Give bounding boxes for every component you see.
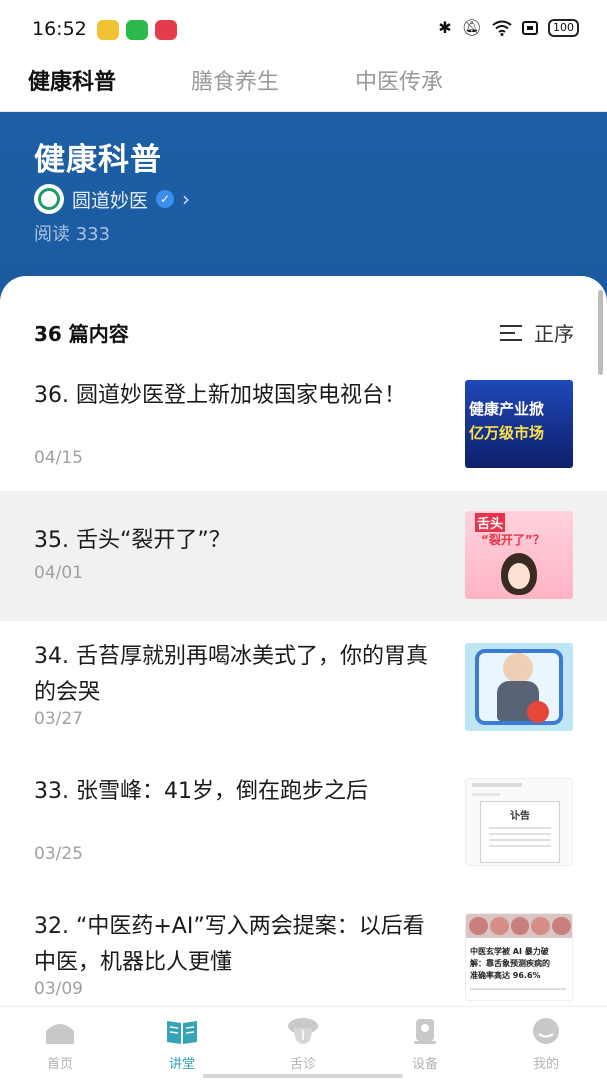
article-thumbnail: 健康产业掀 亿万级市场	[465, 380, 573, 468]
cartoon-person-icon	[503, 653, 533, 683]
list-item[interactable]: 33. 张雪峰：41岁，倒在跑步之后 03/25 讣告	[0, 756, 607, 886]
obituary-card: 讣告	[480, 801, 560, 863]
sort-button[interactable]: 正序	[500, 318, 574, 347]
nav-profile[interactable]: 我的	[506, 1017, 586, 1072]
bluetooth-icon: ✱	[438, 18, 452, 37]
nav-label: 设备	[411, 1057, 438, 1072]
list-item[interactable]: 35. 舌头“裂开了”？ 04/01 舌头 “裂开了”？	[0, 491, 607, 621]
tongue-images-strip	[466, 914, 572, 938]
cartoon-mascot-icon	[527, 701, 549, 723]
author-logo-icon	[34, 184, 64, 214]
tab-diet-wellness[interactable]: 膳食养生	[191, 64, 279, 96]
status-bar: 16:52 ✱ 🔕︎ 100	[0, 0, 607, 58]
article-thumbnail: 舌头 “裂开了”？	[465, 511, 573, 599]
article-list-panel: 36 篇内容 正序 36. 圆道妙医登上新加坡国家电视台！ 04/15 健康产业…	[0, 276, 607, 1006]
list-header: 36 篇内容 正序	[34, 318, 574, 348]
tab-health-science[interactable]: 健康科普	[28, 64, 116, 96]
article-count: 36 篇内容	[34, 322, 129, 346]
book-icon	[167, 1021, 197, 1044]
thumbnail-text: 准确率高达 96.6%	[470, 971, 541, 980]
nav-device[interactable]: 设备	[385, 1017, 465, 1072]
nav-home[interactable]: 首页	[20, 1017, 100, 1072]
profile-icon	[533, 1018, 559, 1044]
tab-tcm-heritage[interactable]: 中医传承	[355, 64, 443, 96]
bottom-nav: 首页 讲堂 舌诊 设备 我的	[0, 1006, 607, 1080]
author-link[interactable]: 圆道妙医 ✓ ›	[34, 184, 190, 214]
nav-label: 舌诊	[289, 1057, 316, 1072]
column-title: 健康科普	[34, 142, 162, 178]
thumbnail-text: 中医玄学被 AI 暴力破	[470, 947, 549, 956]
notification-app-icon	[126, 20, 148, 40]
article-title: 35. 舌头“裂开了”？	[34, 528, 231, 553]
article-title: 36. 圆道妙医登上新加坡国家电视台！	[34, 383, 406, 408]
mute-icon: 🔕︎	[461, 18, 482, 37]
verified-icon: ✓	[156, 190, 175, 208]
device-icon	[414, 1019, 436, 1044]
thumbnail-text: 讣告	[510, 811, 530, 822]
article-date: 03/25	[34, 844, 83, 864]
home-indicator[interactable]	[203, 1074, 403, 1078]
thumbnail-text: “裂开了”？	[481, 533, 545, 547]
nav-label: 首页	[46, 1057, 73, 1072]
status-time: 16:52	[32, 18, 87, 40]
article-title: 32. “中医药+AI”写入两会提案：以后看中医，机器比人更懂	[34, 914, 425, 975]
article-date: 03/09	[34, 979, 83, 999]
scrollbar[interactable]	[598, 290, 603, 375]
thumbnail-text: 健康产业掀	[469, 400, 545, 418]
article-thumbnail	[465, 643, 573, 731]
battery-icon: 100	[548, 18, 579, 37]
list-item[interactable]: 36. 圆道妙医登上新加坡国家电视台！ 04/15 健康产业掀 亿万级市场	[0, 368, 607, 498]
thumbnail-text: 解：靠舌象预测疾病的	[470, 959, 550, 968]
nav-tongue-diagnosis[interactable]: 舌诊	[263, 1017, 343, 1072]
article-date: 03/27	[34, 709, 83, 729]
article-title: 33. 张雪峰：41岁，倒在跑步之后	[34, 779, 368, 804]
home-icon	[46, 1024, 74, 1044]
article-date: 04/15	[34, 448, 83, 468]
sort-icon	[500, 324, 524, 342]
nav-lecture[interactable]: 讲堂	[142, 1017, 222, 1072]
nav-label: 我的	[532, 1057, 559, 1072]
sort-label: 正序	[534, 322, 574, 346]
tongue-icon	[288, 1018, 318, 1044]
chevron-right-icon: ›	[182, 187, 191, 211]
thumbnail-text: 亿万级市场	[469, 424, 545, 442]
article-thumbnail: 中医玄学被 AI 暴力破 解：靠舌象预测疾病的 准确率高达 96.6%	[465, 913, 573, 1001]
author-name: 圆道妙医	[72, 189, 149, 212]
article-thumbnail: 讣告	[465, 778, 573, 866]
notification-app-icon	[155, 20, 177, 40]
top-tab-bar: 健康科普 膳食养生 中医传承	[0, 58, 607, 112]
list-item[interactable]: 32. “中医药+AI”写入两会提案：以后看中医，机器比人更懂 03/09 中医…	[0, 891, 607, 1006]
list-item[interactable]: 34. 舌苔厚就别再喝冰美式了，你的胃真的会哭 03/27	[0, 621, 607, 751]
notification-app-icon	[97, 20, 119, 40]
status-icons: ✱ 🔕︎ 100	[438, 18, 579, 37]
article-date: 04/01	[34, 563, 83, 583]
nav-label: 讲堂	[168, 1057, 195, 1072]
read-count: 阅读 333	[34, 224, 111, 245]
sim-icon	[522, 20, 538, 35]
wifi-icon	[492, 20, 512, 36]
article-title: 34. 舌苔厚就别再喝冰美式了，你的胃真的会哭	[34, 644, 428, 705]
thumbnail-text: 舌头	[475, 513, 506, 532]
